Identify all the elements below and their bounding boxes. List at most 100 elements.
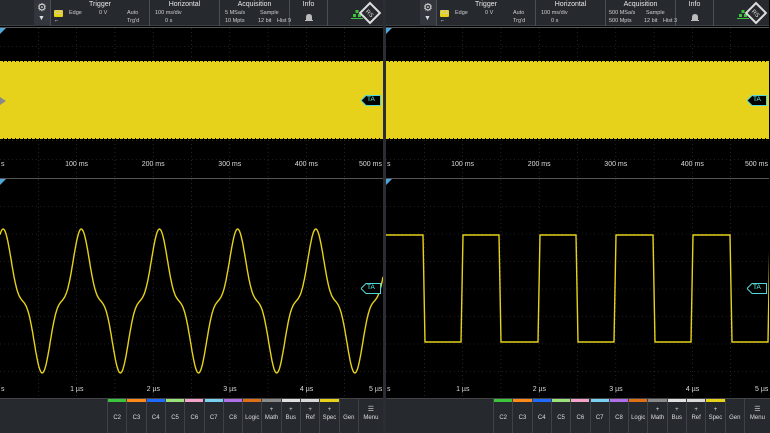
trigger-status: Trg'd bbox=[513, 18, 526, 24]
bottom-button-c7[interactable]: C7 bbox=[203, 399, 223, 433]
bottom-button-ref[interactable]: + Ref bbox=[300, 399, 320, 433]
trigger-header: Trigger bbox=[475, 1, 497, 8]
edge-slope-icon: ⌐ bbox=[441, 18, 445, 24]
x-axis-label: 2 µs bbox=[146, 386, 161, 393]
bottom-button-spec[interactable]: + Spec bbox=[705, 399, 725, 433]
x-axis-label: 300 ms bbox=[218, 161, 242, 168]
zoomed-out-diagram[interactable]: TA s 100 ms 200 ms 300 ms 400 ms 500 ms bbox=[386, 27, 769, 178]
time-position: 0 s bbox=[165, 18, 173, 24]
hamburger-icon: ☰ bbox=[754, 406, 761, 413]
settings-button[interactable]: ⚙ ▼ bbox=[420, 0, 437, 26]
bottom-button-c2[interactable]: C2 bbox=[493, 399, 513, 433]
bell-icon bbox=[305, 14, 313, 21]
x-axis-label: 3 µs bbox=[223, 386, 237, 393]
bottom-toolbar-right: C2 C3 C4 C5 C6 C7 C8 Logic + Math + Bus + Ref + Spec Gen… bbox=[386, 398, 770, 433]
overview-trace-band bbox=[386, 62, 769, 138]
bottom-button-gen[interactable]: Gen bbox=[338, 399, 358, 433]
x-axis-label: 300 ms bbox=[604, 161, 628, 168]
overview-trace-band bbox=[0, 62, 383, 138]
x-axis-label: 400 ms bbox=[680, 161, 704, 168]
trigger-type: Edge bbox=[455, 10, 468, 16]
adc-bits: 12 bit bbox=[258, 18, 272, 24]
x-axis-label: 1 µs bbox=[456, 386, 470, 393]
x-axis-label: 3 µs bbox=[609, 386, 623, 393]
x-axis-label: 5 µs bbox=[755, 386, 769, 393]
bottom-button-c2[interactable]: C2 bbox=[107, 399, 127, 433]
ta-marker[interactable]: TA bbox=[747, 95, 767, 106]
bottom-button-bus[interactable]: + Bus bbox=[666, 399, 686, 433]
bottom-button-logic[interactable]: Logic bbox=[242, 399, 262, 433]
record-length: 10 Mpts bbox=[225, 18, 245, 24]
trigger-position-marker bbox=[0, 28, 6, 34]
bottom-button-c4[interactable]: C4 bbox=[531, 399, 551, 433]
sample-rate: 500 MSa/s bbox=[609, 10, 636, 16]
x-axis-label: 200 ms bbox=[141, 161, 165, 168]
trigger-section[interactable]: Trigger C1 Edge 0 V Auto ⌐ Trg'd bbox=[437, 0, 536, 26]
trigger-position-marker bbox=[386, 28, 392, 34]
ta-marker[interactable]: TA bbox=[747, 283, 767, 294]
horizontal-section[interactable]: Horizontal 100 ms/div 0 s bbox=[150, 0, 220, 26]
settings-button[interactable]: ⚙ ▼ bbox=[34, 0, 51, 26]
trigger-header: Trigger bbox=[89, 1, 111, 8]
x-axis-label: 500 ms bbox=[359, 161, 382, 168]
waveform-diagram[interactable]: TA s 1 µs 2 µs 3 µs 4 µs 5 µs bbox=[386, 178, 769, 399]
network-status-icon: RS bbox=[351, 1, 382, 25]
x-axis-label: 2 µs bbox=[532, 386, 547, 393]
dropdown-triangle-icon: ▼ bbox=[424, 15, 431, 22]
bottom-button-gen[interactable]: Gen bbox=[724, 399, 744, 433]
horizontal-section[interactable]: Horizontal 100 ms/div 0 s bbox=[536, 0, 606, 26]
ta-marker[interactable]: TA bbox=[361, 283, 381, 294]
zoomed-out-diagram[interactable]: TA s 100 ms 200 ms 300 ms 400 ms 500 ms bbox=[0, 27, 383, 178]
trigger-section[interactable]: Trigger C1 Edge 0 V Auto ⌐ Trg'd bbox=[51, 0, 150, 26]
bottom-button-c6[interactable]: C6 bbox=[184, 399, 204, 433]
bottom-button-c5[interactable]: C5 bbox=[164, 399, 185, 433]
acquisition-mode: Sample bbox=[260, 10, 279, 16]
bottom-button-ref[interactable]: + Ref bbox=[686, 399, 706, 433]
trigger-mode: Auto bbox=[127, 10, 139, 16]
scope-panel-left: ⚙ ▼ Trigger C1 Edge 0 V Auto ⌐ Trg'd Hor… bbox=[0, 0, 383, 433]
bottom-button-c8[interactable]: C8 bbox=[608, 399, 629, 433]
waveform-diagram[interactable]: TA s 1 µs 2 µs 3 µs 4 µs 5 µs bbox=[0, 178, 383, 399]
trigger-mode: Auto bbox=[513, 10, 525, 16]
scope-panel-right: ⚙ ▼ Trigger C1 Edge 0 V Auto ⌐ Trg'd Hor… bbox=[386, 0, 769, 433]
edge-slope-icon: ⌐ bbox=[55, 18, 59, 24]
menu-button[interactable]: ☰ Menu bbox=[743, 399, 770, 433]
bottom-button-c4[interactable]: C4 bbox=[145, 399, 165, 433]
info-section[interactable]: Info bbox=[676, 0, 714, 26]
bottom-button-c7[interactable]: C7 bbox=[589, 399, 609, 433]
bottom-button-bus[interactable]: + Bus bbox=[280, 399, 300, 433]
acquisition-header: Acquisition bbox=[623, 1, 658, 8]
acquisition-section[interactable]: Acquisition 5 MSa/s Sample 10 Mpts 12 bi… bbox=[220, 0, 291, 26]
bottom-button-logic[interactable]: Logic bbox=[628, 399, 648, 433]
bottom-button-c8[interactable]: C8 bbox=[222, 399, 243, 433]
bottom-button-math[interactable]: + Math bbox=[261, 399, 281, 433]
bottom-button-math[interactable]: + Math bbox=[647, 399, 667, 433]
gear-icon: ⚙ bbox=[423, 2, 433, 14]
bottom-button-c6[interactable]: C6 bbox=[570, 399, 590, 433]
network-status-icon: RS bbox=[737, 1, 768, 25]
menu-button[interactable]: ☰ Menu bbox=[357, 399, 383, 433]
bottom-button-spec[interactable]: + Spec bbox=[319, 399, 339, 433]
hamburger-icon: ☰ bbox=[367, 406, 375, 413]
trigger-source-badge: C1 bbox=[54, 10, 64, 17]
x-axis-label: s bbox=[1, 161, 5, 168]
x-axis-label: 400 ms bbox=[294, 161, 318, 168]
history-count: Hist 3 bbox=[663, 18, 678, 24]
acquisition-mode: Sample bbox=[646, 10, 665, 16]
info-section[interactable]: Info bbox=[290, 0, 328, 26]
time-scale: 100 ms/div bbox=[155, 10, 182, 16]
rohde-schwarz-logo: RS bbox=[358, 1, 382, 25]
ta-marker[interactable]: TA bbox=[361, 95, 381, 106]
adc-bits: 12 bit bbox=[644, 18, 658, 24]
acquisition-section[interactable]: Acquisition 500 MSa/s Sample 500 Mpts 12… bbox=[606, 0, 678, 26]
info-header: Info bbox=[302, 1, 315, 8]
x-axis-label: s bbox=[387, 161, 391, 168]
x-axis-label: 4 µs bbox=[299, 386, 314, 393]
trigger-source-badge: C1 bbox=[440, 10, 450, 17]
bottom-button-c3[interactable]: C3 bbox=[126, 399, 146, 433]
x-axis-label: s bbox=[387, 386, 391, 393]
horizontal-header: Horizontal bbox=[168, 1, 201, 8]
bottom-button-c3[interactable]: C3 bbox=[512, 399, 532, 433]
bottom-button-c5[interactable]: C5 bbox=[550, 399, 571, 433]
horizontal-header: Horizontal bbox=[554, 1, 587, 8]
